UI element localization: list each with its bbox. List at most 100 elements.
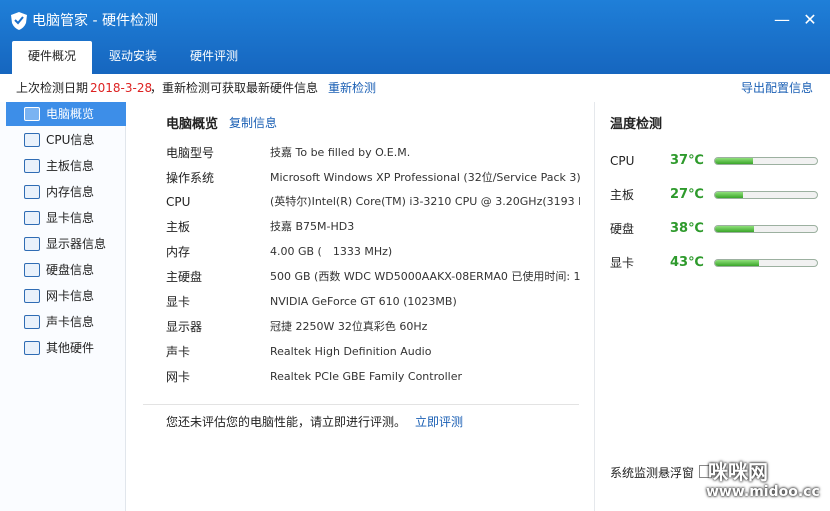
evaluate-prompt: 您还未评估您的电脑性能，请立即进行评测。: [166, 415, 407, 429]
info-row-memory: 内存 4.00 GB ( 1333 MHz): [166, 242, 586, 262]
computer-icon: [24, 107, 40, 121]
temp-name: 显卡: [610, 256, 635, 270]
sidebar-item-label: 其他硬件: [46, 341, 95, 355]
sidebar-item-label: 网卡信息: [46, 289, 95, 303]
temp-value: 38℃: [670, 221, 704, 236]
motherboard-icon: [24, 159, 40, 173]
info-row-motherboard: 主板 技嘉 B75M-HD3: [166, 217, 586, 237]
info-value: 技嘉 To be filled by O.E.M.: [270, 146, 411, 159]
sidebar-item-overview[interactable]: 电脑概览: [6, 102, 126, 126]
watermark-url: www.midoo.cc: [706, 484, 820, 500]
close-button[interactable]: ✕: [798, 8, 822, 32]
info-key: 声卡: [166, 345, 191, 359]
info-value: Realtek PCIe GBE Family Controller: [270, 370, 463, 383]
last-detect-label: 上次检测日期: [16, 81, 89, 95]
detect-info-bar: 上次检测日期 2018-3-28 ，重新检测可获取最新硬件信息 重新检测 导出配…: [0, 74, 830, 102]
sidebar-item-label: 主板信息: [46, 159, 95, 173]
info-row-monitor: 显示器 冠捷 2250W 32位真彩色 60Hz: [166, 317, 586, 337]
temp-bar: [714, 259, 818, 267]
last-detect-date: 2018-3-28: [90, 81, 153, 95]
info-key: 网卡: [166, 370, 191, 384]
evaluate-now-link[interactable]: 立即评测: [415, 413, 463, 430]
info-value: (英特尔)Intel(R) Core(TM) i3-3210 CPU @ 3.2…: [270, 195, 580, 208]
monitor-icon: [24, 237, 40, 251]
copy-info-link[interactable]: 复制信息: [229, 114, 277, 131]
sidebar-item-memory[interactable]: 内存信息: [6, 180, 126, 204]
sidebar-item-label: 显示器信息: [46, 237, 107, 251]
float-window-label: 系统监测悬浮窗: [610, 466, 695, 480]
temp-bar: [714, 225, 818, 233]
hardware-detect-window: 电脑管家 - 硬件检测 — ✕ 硬件概况 驱动安装 硬件评测 上次检测日期 20…: [0, 0, 830, 511]
info-value: Realtek High Definition Audio: [270, 345, 432, 358]
temp-value: 27℃: [670, 187, 704, 202]
shield-icon: [11, 12, 27, 30]
info-key: 电脑型号: [166, 146, 215, 160]
temp-row-motherboard: 主板 27℃: [610, 185, 825, 205]
detect-hint: ，重新检测可获取最新硬件信息: [150, 81, 319, 95]
temp-bar-fill: [715, 226, 754, 232]
info-key: CPU: [166, 195, 191, 209]
info-row-harddisk: 主硬盘 500 GB (西数 WDC WD5000AAKX-08ERMA0 已使…: [166, 267, 586, 287]
info-row-model: 电脑型号 技嘉 To be filled by O.E.M.: [166, 143, 586, 163]
temp-row-harddisk: 硬盘 38℃: [610, 219, 825, 239]
sidebar: 电脑概览 CPU信息 主板信息 内存信息 显卡信息 显示器信息 硬盘信息 网卡信…: [0, 102, 126, 511]
sidebar-item-label: 硬盘信息: [46, 263, 95, 277]
temp-name: 硬盘: [610, 222, 635, 236]
sidebar-item-graphics[interactable]: 显卡信息: [6, 206, 126, 230]
info-value: 4.00 GB ( 1333 MHz): [270, 245, 393, 258]
sidebar-item-label: 电脑概览: [46, 107, 95, 121]
info-key: 显卡: [166, 295, 191, 309]
temp-bar-fill: [715, 158, 753, 164]
overview-panel: 电脑概览 复制信息 电脑型号 技嘉 To be filled by O.E.M.…: [127, 102, 593, 511]
info-key: 操作系统: [166, 171, 215, 185]
info-key: 内存: [166, 245, 191, 259]
info-row-os: 操作系统 Microsoft Windows XP Professional (…: [166, 168, 586, 188]
sidebar-item-label: 声卡信息: [46, 315, 95, 329]
tab-driver-install[interactable]: 驱动安装: [94, 41, 172, 71]
info-key: 主板: [166, 220, 191, 234]
graphics-card-icon: [24, 211, 40, 225]
temp-row-cpu: CPU 37℃: [610, 151, 825, 171]
temp-bar: [714, 157, 818, 165]
tab-hardware-overview[interactable]: 硬件概况: [12, 41, 92, 74]
divider: [143, 404, 579, 405]
memory-icon: [24, 185, 40, 199]
temp-bar-fill: [715, 192, 743, 198]
sound-card-icon: [24, 315, 40, 329]
sidebar-item-harddisk[interactable]: 硬盘信息: [6, 258, 126, 282]
info-value: NVIDIA GeForce GT 610 (1023MB): [270, 295, 457, 308]
overview-title: 电脑概览: [166, 117, 219, 132]
temp-name: 主板: [610, 188, 635, 202]
sidebar-item-cpu[interactable]: CPU信息: [6, 128, 126, 152]
sidebar-item-motherboard[interactable]: 主板信息: [6, 154, 126, 178]
harddisk-icon: [24, 263, 40, 277]
minimize-button[interactable]: —: [770, 8, 794, 32]
sidebar-item-label: CPU信息: [46, 133, 95, 147]
sidebar-item-label: 显卡信息: [46, 211, 95, 225]
tab-hardware-benchmark[interactable]: 硬件评测: [174, 41, 254, 71]
sidebar-item-network[interactable]: 网卡信息: [6, 284, 126, 308]
other-hardware-icon: [24, 341, 40, 355]
info-row-graphics: 显卡 NVIDIA GeForce GT 610 (1023MB): [166, 292, 586, 312]
export-config-link[interactable]: 导出配置信息: [741, 74, 813, 102]
watermark-title: 咪咪网: [708, 460, 768, 484]
temp-name: CPU: [610, 154, 635, 168]
info-row-cpu: CPU (英特尔)Intel(R) Core(TM) i3-3210 CPU @…: [166, 192, 586, 212]
sidebar-item-other[interactable]: 其他硬件: [6, 336, 126, 360]
network-card-icon: [24, 289, 40, 303]
temp-bar: [714, 191, 818, 199]
temperature-panel: 温度检测 CPU 37℃ 主板 27℃ 硬盘 38℃ 显卡 43℃ 系统监测悬浮…: [594, 102, 830, 511]
info-value: 技嘉 B75M-HD3: [270, 220, 355, 233]
info-value: Microsoft Windows XP Professional (32位/S…: [270, 171, 580, 184]
sidebar-item-monitor[interactable]: 显示器信息: [6, 232, 126, 256]
info-key: 显示器: [166, 320, 203, 334]
info-value: 500 GB (西数 WDC WD5000AAKX-08ERMA0 已使用时间:…: [270, 270, 580, 283]
temp-value: 37℃: [670, 153, 704, 168]
info-key: 主硬盘: [166, 270, 203, 284]
info-value: 冠捷 2250W 32位真彩色 60Hz: [270, 320, 428, 333]
window-title: 电脑管家 - 硬件检测: [32, 13, 158, 29]
cpu-icon: [24, 133, 40, 147]
recheck-link[interactable]: 重新检测: [328, 74, 376, 102]
sidebar-item-sound[interactable]: 声卡信息: [6, 310, 126, 334]
title-bar[interactable]: 电脑管家 - 硬件检测 — ✕ 硬件概况 驱动安装 硬件评测: [0, 0, 830, 74]
